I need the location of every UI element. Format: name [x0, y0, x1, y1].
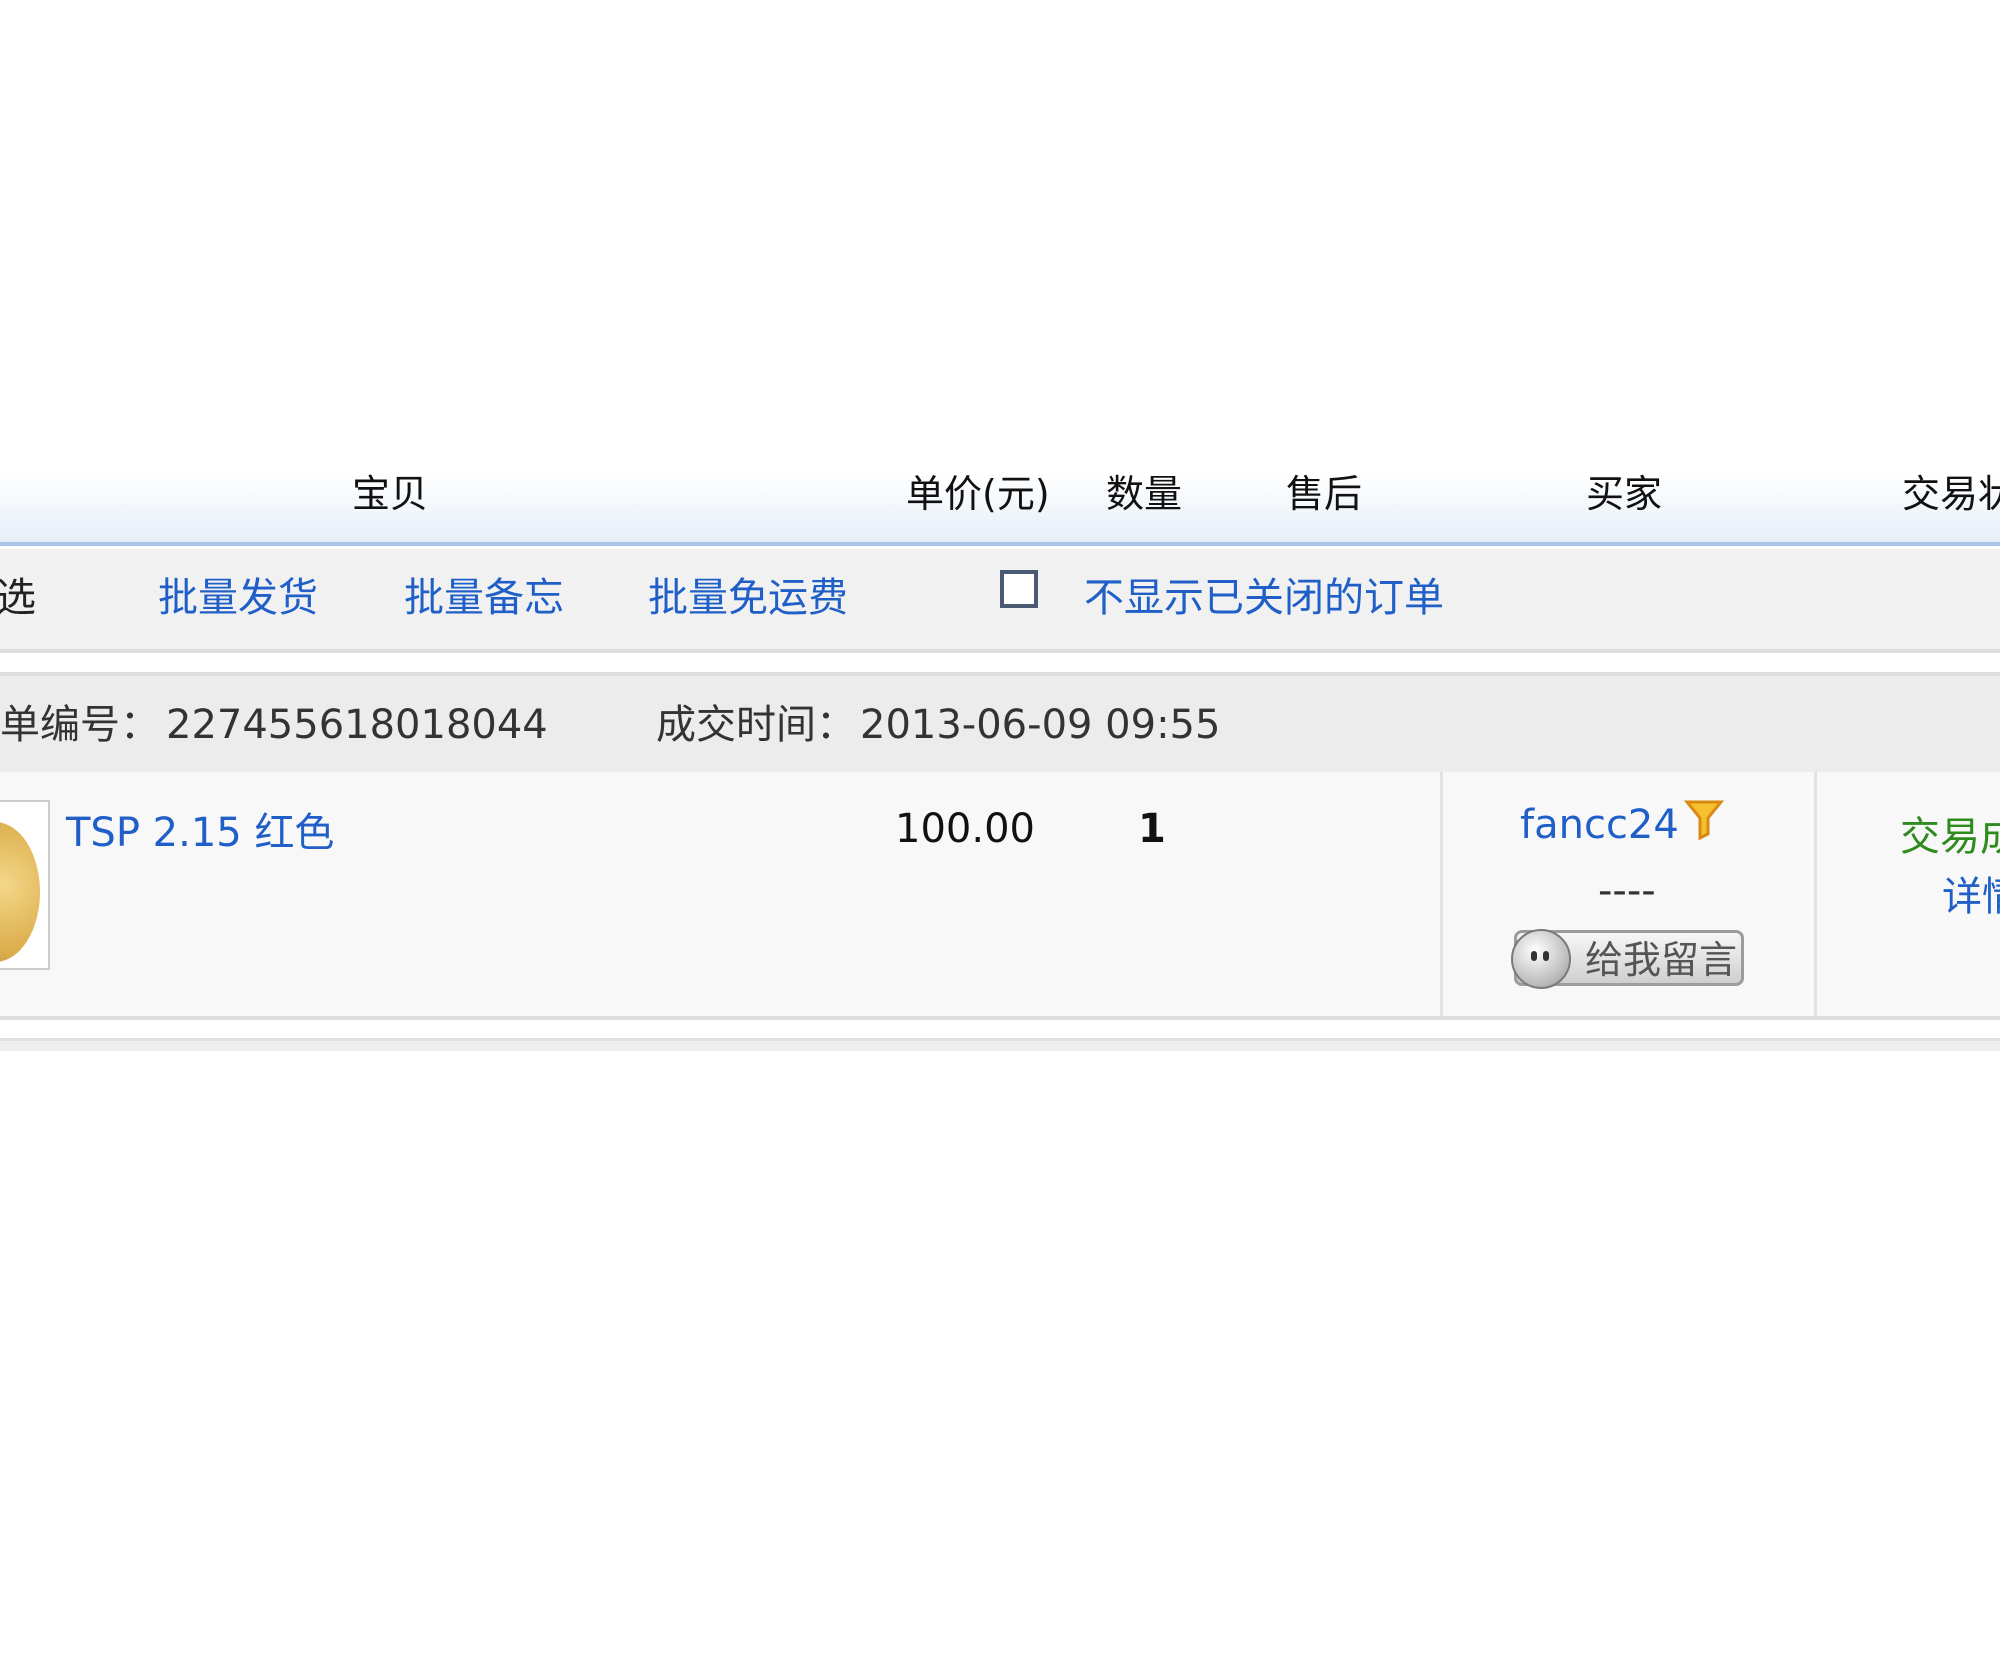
order-detail-link[interactable]: 详情 — [1942, 872, 2000, 922]
leave-message-label: 给我留言 — [1585, 938, 1738, 982]
column-divider — [1440, 772, 1443, 1016]
trade-status: 交易成 — [1900, 814, 2000, 860]
batch-ship-link[interactable]: 批量发货 — [158, 575, 318, 621]
item-quantity: 1 — [1138, 806, 1166, 852]
select-all-label[interactable]: 选 — [0, 575, 36, 621]
batch-memo-link[interactable]: 批量备忘 — [404, 575, 564, 621]
chat-face-icon — [1511, 929, 1571, 989]
order-info-row: 单编号： 227455618018044 成交时间： 2013-06-09 09… — [0, 672, 2000, 776]
hide-closed-orders-checkbox[interactable] — [1000, 570, 1038, 608]
header-unit-price: 单价(元) — [906, 474, 1050, 514]
order-time-label: 成交时间： — [656, 702, 856, 748]
filter-icon[interactable] — [1684, 798, 1724, 842]
item-image — [0, 822, 40, 962]
table-header: 宝贝 单价(元) 数量 售后 买家 交易状 — [0, 474, 2000, 546]
buyer-extra-info: ---- — [1598, 868, 1656, 914]
header-buyer: 买家 — [1586, 474, 1663, 514]
order-number: 227455618018044 — [166, 702, 548, 748]
header-after-sale: 售后 — [1286, 474, 1363, 514]
order-number-label: 单编号： — [0, 702, 160, 748]
batch-free-shipping-link[interactable]: 批量免运费 — [648, 575, 848, 621]
item-title-link[interactable]: TSP 2.15 红色 — [66, 808, 334, 858]
item-price: 100.00 — [895, 806, 1035, 852]
header-item: 宝贝 — [352, 474, 429, 514]
column-divider — [1814, 772, 1817, 1016]
hide-closed-orders-label[interactable]: 不显示已关闭的订单 — [1084, 575, 1444, 621]
table-bottom-border — [0, 1038, 2000, 1051]
header-trade-status: 交易状 — [1902, 474, 2000, 514]
buyer-name-link[interactable]: fancc24 — [1520, 800, 1679, 850]
item-thumbnail[interactable] — [0, 800, 50, 970]
leave-message-button[interactable]: 给我留言 — [1511, 929, 1744, 989]
header-quantity: 数量 — [1106, 474, 1183, 514]
order-time: 2013-06-09 09:55 — [860, 702, 1221, 748]
